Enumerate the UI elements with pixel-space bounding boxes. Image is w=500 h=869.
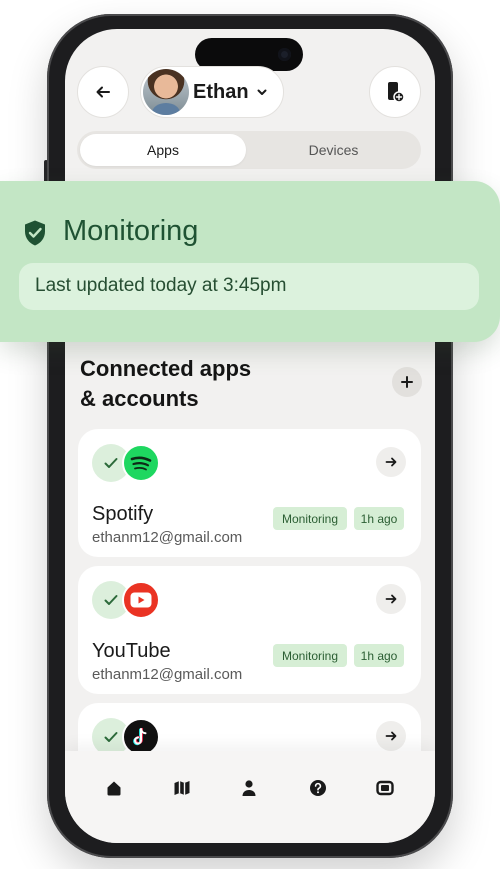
app-card-youtube[interactable]: YouTube ethanm12@gmail.com Monitoring 1h… <box>78 566 421 694</box>
back-button[interactable] <box>77 66 129 118</box>
youtube-icon <box>122 581 160 619</box>
camera-icon <box>278 48 291 61</box>
profile-name: Ethan <box>193 81 249 103</box>
app-name: Spotify <box>92 503 154 525</box>
status-badge: Monitoring <box>273 507 347 530</box>
open-app-button[interactable] <box>376 447 406 477</box>
map-icon <box>174 781 190 795</box>
phone-add-icon <box>388 82 405 103</box>
tab-devices[interactable]: Devices <box>249 134 418 166</box>
section-title-line2: & accounts <box>80 386 199 411</box>
status-badge: Monitoring <box>273 644 347 667</box>
app-card-spotify[interactable]: Spotify ethanm12@gmail.com Monitoring 1h… <box>78 429 421 557</box>
last-updated-text: Last updated today at 3:45pm <box>19 263 479 310</box>
arrow-left-icon <box>96 86 110 98</box>
tab-apps[interactable]: Apps <box>80 134 246 166</box>
monitoring-title: Monitoring <box>63 215 199 247</box>
open-app-button[interactable] <box>376 584 406 614</box>
section-title-line1: Connected apps <box>80 356 252 381</box>
shield-check-icon <box>25 220 45 246</box>
arrow-right-icon <box>385 594 397 604</box>
monitoring-banner: Monitoring Last updated today at 3:45pm <box>0 181 500 342</box>
nav-help[interactable] <box>305 775 331 801</box>
nav-device[interactable] <box>372 775 398 801</box>
arrow-right-icon <box>385 731 397 741</box>
nav-home[interactable] <box>101 775 127 801</box>
time-badge: 1h ago <box>354 644 404 667</box>
person-icon <box>242 780 256 796</box>
help-icon <box>310 780 326 796</box>
time-badge: 1h ago <box>354 507 404 530</box>
nav-profile[interactable] <box>236 775 262 801</box>
open-app-button[interactable] <box>376 721 406 751</box>
section-title: Connected apps & accounts <box>80 354 280 414</box>
device-icon <box>376 780 394 796</box>
app-email: ethanm12@gmail.com <box>92 666 243 683</box>
app-name: YouTube <box>92 640 171 662</box>
bottom-nav <box>65 751 435 843</box>
app-email: ethanm12@gmail.com <box>92 529 243 546</box>
chevron-down-icon <box>257 89 267 95</box>
spotify-icon <box>122 444 160 482</box>
tab-switcher: Apps Devices <box>77 131 421 169</box>
device-settings-button[interactable] <box>369 66 421 118</box>
plus-icon <box>401 376 413 388</box>
nav-map[interactable] <box>169 775 195 801</box>
home-icon <box>107 781 121 796</box>
add-account-button[interactable] <box>392 367 422 397</box>
arrow-right-icon <box>385 457 397 467</box>
avatar <box>143 69 189 115</box>
phone-screen: Ethan Apps Devices Connected apps & acco… <box>65 29 435 843</box>
profile-switcher[interactable]: Ethan <box>140 66 284 118</box>
